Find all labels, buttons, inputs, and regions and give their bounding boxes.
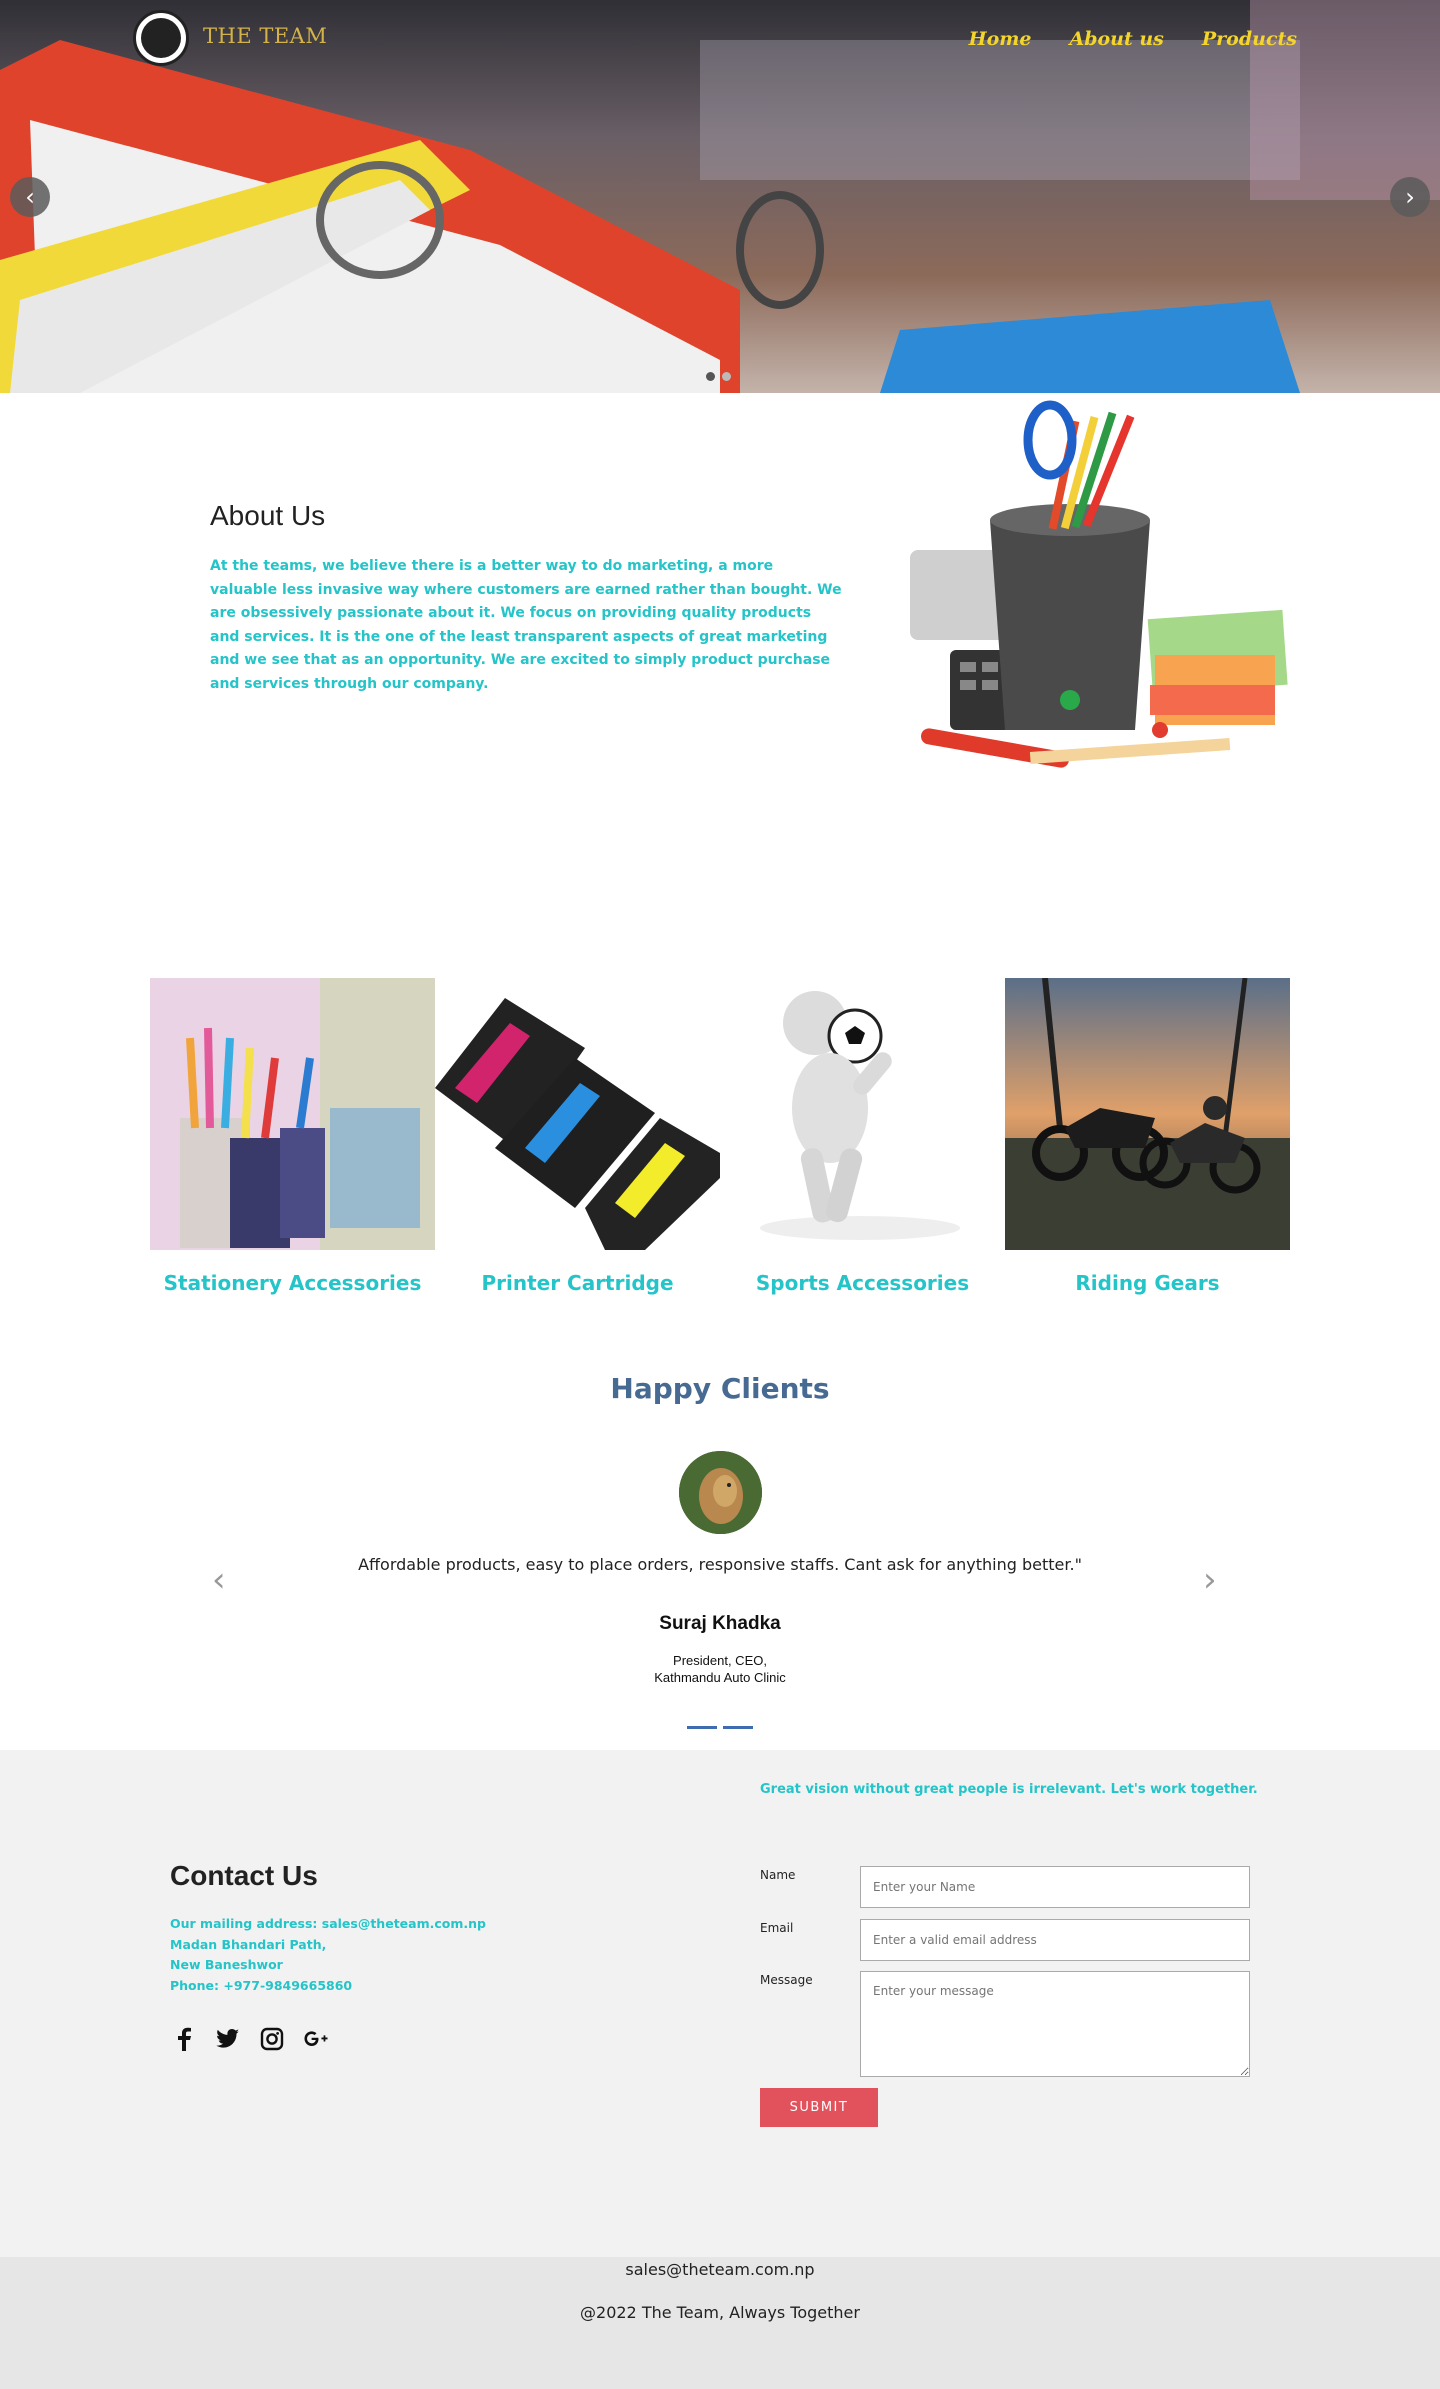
client-role: President, CEO, Kathmandu Auto Clinic bbox=[0, 1652, 1440, 1686]
footer-copyright: @2022 The Team, Always Together bbox=[580, 2303, 860, 2322]
hero-carousel: THE TEAM Home About us Products ‹ › bbox=[0, 0, 1440, 393]
contact-info: Our mailing address: sales@theteam.com.n… bbox=[170, 1914, 486, 1996]
mailing-address[interactable]: Our mailing address: sales@theteam.com.n… bbox=[170, 1914, 486, 1935]
logo[interactable] bbox=[133, 10, 189, 66]
nav-home-link[interactable]: Home bbox=[969, 28, 1032, 50]
clients-title: Happy Clients bbox=[610, 1372, 830, 1405]
contact-title: Contact Us bbox=[170, 1860, 318, 1891]
product-label[interactable]: Sports Accessories bbox=[720, 1268, 1005, 1299]
about-title: About Us bbox=[210, 500, 326, 531]
instagram-icon[interactable] bbox=[260, 2027, 284, 2051]
carousel-dot[interactable] bbox=[722, 372, 731, 381]
hero-image bbox=[0, 0, 1440, 393]
stationery-accessories-image bbox=[150, 978, 435, 1250]
email-input[interactable] bbox=[860, 1919, 1250, 1961]
product-label[interactable]: Stationery Accessories bbox=[150, 1268, 435, 1299]
carousel-next-button[interactable]: › bbox=[1390, 177, 1430, 217]
product-label[interactable]: Riding Gears bbox=[1005, 1268, 1290, 1299]
client-role-title: President, CEO, bbox=[673, 1653, 767, 1668]
brand-name[interactable]: THE TEAM bbox=[203, 24, 327, 48]
client-company: Kathmandu Auto Clinic bbox=[654, 1670, 786, 1685]
chevron-left-icon: ‹ bbox=[25, 183, 35, 211]
chevron-right-icon: › bbox=[1405, 183, 1415, 211]
carousel-indicators bbox=[706, 372, 731, 381]
client-avatar bbox=[679, 1451, 762, 1534]
product-card-riding[interactable]: Riding Gears bbox=[1005, 977, 1290, 1299]
contact-tagline: Great vision without great people is irr… bbox=[760, 1782, 1258, 1797]
twitter-icon[interactable] bbox=[216, 2027, 240, 2051]
lion-image bbox=[679, 1451, 762, 1534]
sports-accessories-image bbox=[720, 978, 1005, 1250]
carousel-dot[interactable] bbox=[706, 372, 715, 381]
testimonial-indicators bbox=[687, 1726, 753, 1729]
name-input[interactable] bbox=[860, 1866, 1250, 1908]
testimonial-indicator[interactable] bbox=[687, 1726, 717, 1729]
social-links bbox=[172, 2027, 328, 2051]
product-label[interactable]: Printer Cartridge bbox=[435, 1268, 720, 1299]
product-card-printer[interactable]: Printer Cartridge bbox=[435, 978, 720, 1299]
printer-cartridge-image bbox=[435, 978, 720, 1250]
riding-gears-image bbox=[1005, 977, 1290, 1250]
nav-about-link[interactable]: About us bbox=[1069, 28, 1163, 50]
main-nav: Home About us Products bbox=[969, 28, 1297, 50]
about-text: At the teams, we believe there is a bett… bbox=[210, 558, 842, 692]
name-label: Name bbox=[760, 1868, 796, 1882]
testimonial-quote: Affordable products, easy to place order… bbox=[358, 1555, 1082, 1574]
message-textarea[interactable] bbox=[860, 1971, 1250, 2077]
logo-emblem-icon bbox=[141, 18, 181, 58]
facebook-icon[interactable] bbox=[172, 2027, 196, 2051]
google-plus-icon[interactable] bbox=[304, 2027, 328, 2051]
message-label: Message bbox=[760, 1973, 813, 1987]
carousel-prev-button[interactable]: ‹ bbox=[10, 177, 50, 217]
address-line: New Baneshwor bbox=[170, 1957, 283, 1972]
client-name: Suraj Khadka bbox=[659, 1613, 781, 1634]
submit-button[interactable]: SUBMIT bbox=[760, 2088, 878, 2127]
stationery-image bbox=[910, 400, 1288, 768]
address-line: Madan Bhandari Path, bbox=[170, 1936, 327, 1952]
testimonial-indicator[interactable] bbox=[723, 1726, 753, 1729]
product-card-stationery[interactable]: Stationery Accessories bbox=[150, 978, 435, 1299]
email-label: Email bbox=[760, 1921, 794, 1935]
page: THE TEAM Home About us Products ‹ › Abou… bbox=[0, 0, 1440, 2389]
product-card-sports[interactable]: Sports Accessories bbox=[720, 978, 1005, 1299]
footer-email[interactable]: sales@theteam.com.np bbox=[0, 2260, 1440, 2279]
nav-products-link[interactable]: Products bbox=[1202, 28, 1297, 50]
phone-number[interactable]: Phone: +977-9849665860 bbox=[170, 1976, 486, 1997]
